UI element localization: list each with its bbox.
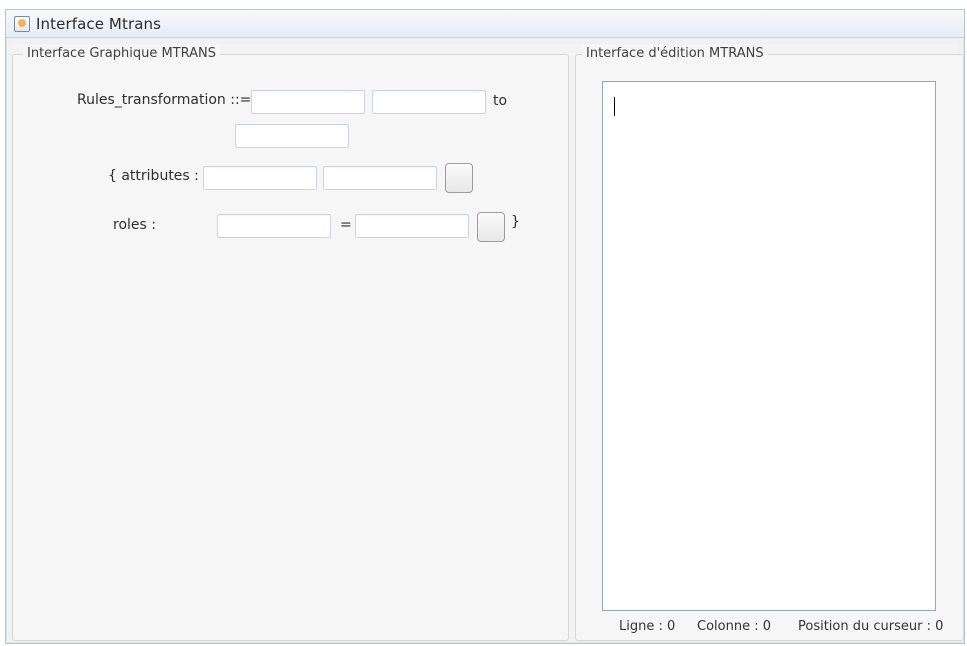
rules-source-field-1[interactable] bbox=[251, 90, 365, 114]
rules-target-field[interactable] bbox=[235, 124, 349, 148]
cursor-position-status: Position du curseur : 0 bbox=[798, 619, 944, 634]
window-title: Interface Mtrans bbox=[36, 14, 162, 33]
text-cursor bbox=[614, 97, 615, 116]
rules-transformation-label: Rules_transformation ::= bbox=[77, 92, 252, 108]
graphical-interface-panel: Interface Graphique MTRANS Rules_transfo… bbox=[12, 45, 569, 641]
roles-label: roles : bbox=[113, 217, 156, 233]
to-label: to bbox=[493, 93, 508, 109]
line-status: Ligne : 0 bbox=[619, 619, 676, 634]
java-app-icon bbox=[14, 15, 30, 32]
main-window: Interface Mtrans Interface Graphique MTR… bbox=[5, 9, 965, 644]
column-status: Colonne : 0 bbox=[697, 619, 771, 634]
role-value-field[interactable] bbox=[355, 214, 469, 238]
closing-brace-label: } bbox=[511, 214, 520, 230]
editing-interface-title: Interface d'édition MTRANS bbox=[582, 45, 768, 63]
add-role-button[interactable] bbox=[477, 212, 505, 242]
mtrans-editor-textarea[interactable] bbox=[602, 81, 936, 611]
role-name-field[interactable] bbox=[217, 214, 331, 238]
attributes-label: { attributes : bbox=[108, 168, 199, 184]
graphical-interface-title: Interface Graphique MTRANS bbox=[23, 45, 220, 63]
equals-label: = bbox=[340, 217, 352, 233]
attribute-name-field[interactable] bbox=[203, 166, 317, 190]
editing-interface-panel: Interface d'édition MTRANS Ligne : 0 Col… bbox=[575, 45, 964, 641]
rules-source-field-2[interactable] bbox=[372, 90, 486, 114]
attribute-value-field[interactable] bbox=[323, 166, 437, 190]
title-bar: Interface Mtrans bbox=[6, 10, 964, 38]
window-content: Interface Graphique MTRANS Rules_transfo… bbox=[12, 44, 964, 641]
add-attribute-button[interactable] bbox=[445, 163, 473, 193]
